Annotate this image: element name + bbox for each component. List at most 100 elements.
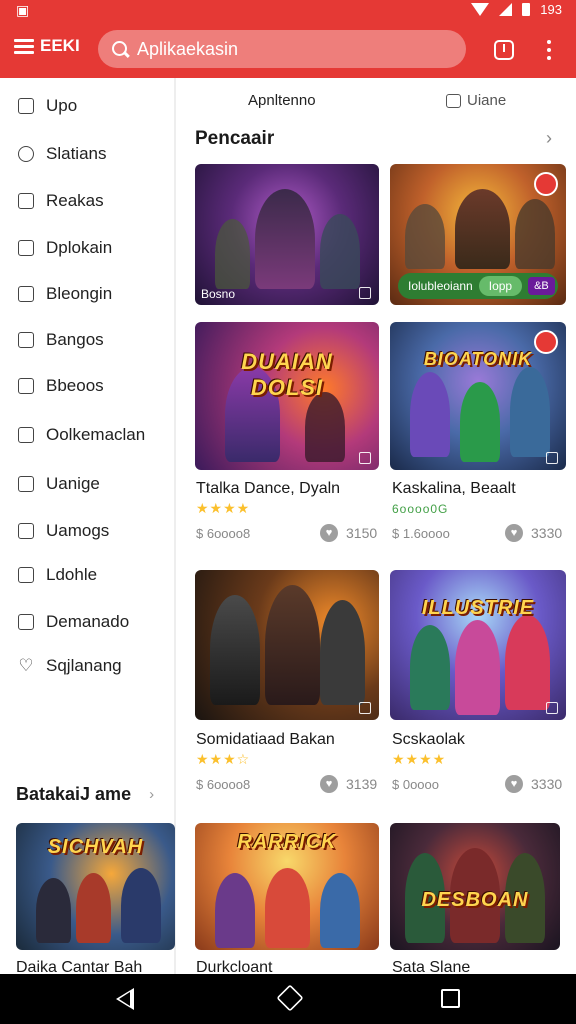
sidebar-item-label: Ldohle xyxy=(46,565,98,584)
sidebar-item-9[interactable]: Uamogs xyxy=(18,518,109,544)
sidebar-item-1[interactable]: Slatians xyxy=(18,141,106,167)
game-card[interactable]: DESBOAN xyxy=(390,823,560,950)
download-icon xyxy=(546,702,558,714)
heart-icon[interactable]: ♥ xyxy=(320,524,338,542)
sidebar-item-2[interactable]: Reakas xyxy=(18,188,104,214)
grid-icon xyxy=(18,427,34,443)
download-icon xyxy=(359,452,371,464)
more-options-icon[interactable] xyxy=(546,40,552,60)
wifi-icon xyxy=(471,3,490,16)
game-title[interactable]: Scskaolak xyxy=(392,731,465,749)
heart-icon[interactable]: ♥ xyxy=(505,775,523,793)
game-artwork: DESBOAN xyxy=(390,823,560,950)
game-card[interactable]: ILLUSTRIE xyxy=(390,570,566,720)
recents-icon[interactable] xyxy=(441,989,460,1008)
search-bar[interactable] xyxy=(98,30,466,68)
back-icon[interactable] xyxy=(116,988,134,1010)
search-input[interactable] xyxy=(137,38,437,60)
price-value: 3150 xyxy=(346,525,378,541)
sidebar-item-12[interactable]: ♡ Sqjlanang xyxy=(18,653,122,679)
menu-button[interactable]: EEKI xyxy=(14,36,80,56)
sidebar-item-11[interactable]: Demanado xyxy=(18,609,129,635)
chevron-right-icon: › xyxy=(149,786,155,803)
system-nav-bar xyxy=(0,974,576,1024)
sidebar-item-label: Demanado xyxy=(46,612,130,631)
sidebar-item-0[interactable]: Upo xyxy=(18,93,77,119)
card-caption: Bosno xyxy=(201,287,236,301)
featured-card[interactable]: Bosno xyxy=(195,164,379,305)
hamburger-icon xyxy=(14,39,34,54)
featured-card[interactable]: Iolubleoiann Iopp &B xyxy=(390,164,566,305)
calendar-icon xyxy=(18,193,34,209)
game-logo: BIOATONIK xyxy=(423,348,533,369)
heart-icon: ♡ xyxy=(18,656,34,675)
sidebar-item-10[interactable]: Ldohle xyxy=(18,562,97,588)
price-value: 3330 xyxy=(531,776,563,792)
app-bar: EEKI xyxy=(0,22,576,78)
section-title: Pencaair xyxy=(195,128,275,149)
clipboard-icon xyxy=(18,476,34,492)
chevron-right-icon[interactable]: › xyxy=(546,128,552,149)
sidebar-item-6[interactable]: Bbeoos xyxy=(18,373,104,399)
chat-icon xyxy=(446,93,461,108)
rating-stars: ★★★★ xyxy=(196,500,251,516)
tab-second[interactable]: Uiane xyxy=(446,92,506,109)
promo-bar[interactable]: Iolubleoiann Iopp &B xyxy=(398,273,558,299)
game-card[interactable]: RARRICK xyxy=(195,823,379,950)
sidebar-item-4[interactable]: Bleongin xyxy=(18,281,112,307)
rating-stars: ★★★★ xyxy=(392,751,447,767)
game-title[interactable]: Kaskalina, Beaalt xyxy=(392,480,516,498)
home-icon[interactable] xyxy=(276,986,300,1010)
game-logo: ILLUSTRIE xyxy=(421,597,535,619)
game-artwork: SICHVAH xyxy=(16,823,175,950)
tab-label: Uiane xyxy=(467,92,507,109)
home-icon xyxy=(18,332,34,348)
download-icon xyxy=(359,287,371,299)
rating-stars: ★★★☆ xyxy=(196,751,251,767)
sidebar-item-8[interactable]: Uanige xyxy=(18,471,100,497)
sidebar-item-label: Upo xyxy=(46,96,78,115)
notification-icon: ▣ xyxy=(16,2,30,18)
sidebar-item-label: Sqjlanang xyxy=(46,656,122,675)
timer-icon[interactable] xyxy=(494,40,514,60)
game-artwork: Iolubleoiann Iopp &B xyxy=(390,164,566,305)
sidebar-item-label: Dplokain xyxy=(46,238,113,257)
game-meta: $ 6oooo8 xyxy=(196,777,251,792)
sidebar-item-label: Reakas xyxy=(46,191,104,210)
game-logo: DUAIAN DOLSI xyxy=(241,348,333,400)
game-card[interactable]: BIOATONIK xyxy=(390,322,566,470)
price-row: ♥ 3139 xyxy=(320,775,377,793)
sidebar-item-3[interactable]: Dplokain xyxy=(18,235,112,261)
sidebar-item-label: Uamogs xyxy=(46,521,110,540)
heart-icon[interactable]: ♥ xyxy=(320,775,338,793)
book-icon xyxy=(18,378,34,394)
price-value: 3139 xyxy=(346,776,378,792)
game-meta: $ 1.6oooo xyxy=(392,526,450,541)
game-title[interactable]: Somidatiaad Bakan xyxy=(196,731,335,749)
sidebar-item-7[interactable]: Oolkemaclan xyxy=(18,422,145,448)
sidebar-section-title[interactable]: BatakaiJ ame › xyxy=(16,784,154,805)
game-card[interactable]: DUAIAN DOLSI xyxy=(195,322,379,470)
game-logo: DESBOAN xyxy=(421,889,529,912)
promo-tag: &B xyxy=(528,277,555,295)
sidebar-item-label: Bleongin xyxy=(46,284,113,303)
sidebar-item-5[interactable]: Bangos xyxy=(18,327,104,353)
sidebar-item-label: Oolkemaclan xyxy=(46,425,146,444)
game-meta: $ 0oooo xyxy=(392,777,439,792)
price-value: 3330 xyxy=(531,525,563,541)
game-card[interactable] xyxy=(195,570,379,720)
battery-icon xyxy=(522,3,531,16)
game-logo: SICHVAH xyxy=(47,835,144,858)
game-meta: $ 6oooo8 xyxy=(196,526,251,541)
badge-icon xyxy=(534,330,558,354)
game-title[interactable]: Ttalka Dance, Dyaln xyxy=(196,480,340,498)
badge-icon xyxy=(534,172,558,196)
person-icon xyxy=(18,146,34,162)
tab-first[interactable]: Apnltenno xyxy=(248,92,316,109)
game-card[interactable]: SICHVAH xyxy=(16,823,175,950)
game-artwork: ILLUSTRIE xyxy=(390,570,566,720)
square-icon xyxy=(18,240,34,256)
heart-icon[interactable]: ♥ xyxy=(505,524,523,542)
sidebar-item-label: Uanige xyxy=(46,474,100,493)
promo-pill: Iopp xyxy=(478,276,523,296)
